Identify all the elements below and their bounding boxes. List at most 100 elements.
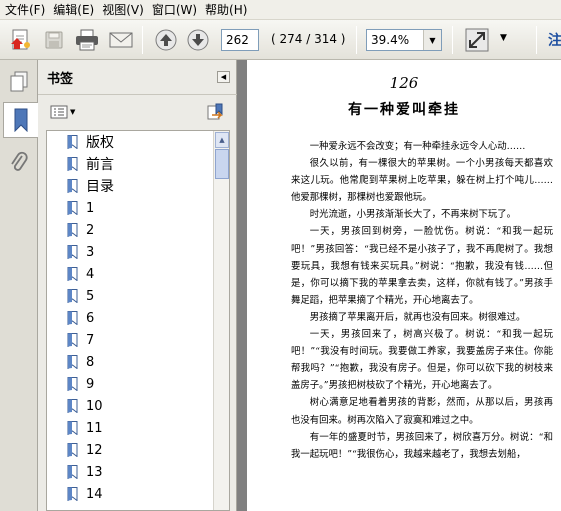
zoom-select[interactable]: 39.4% ▼ xyxy=(366,29,442,51)
bookmarks-panel: 书签 ◀ ▼ 版权 前言 目录 1 2 3 4 5 6 7 8 9 10 11 12 13 14 ▲ xyxy=(38,60,237,511)
bookmark-icon xyxy=(67,443,78,457)
bookmark-label: 前言 xyxy=(86,157,114,173)
menu-file[interactable]: 文件(F) xyxy=(2,0,50,20)
bookmark-label: 版权 xyxy=(86,135,114,151)
bookmark-icon xyxy=(67,377,78,391)
bookmark-label: 1 xyxy=(86,200,95,216)
bookmark-list: 版权 前言 目录 1 2 3 4 5 6 7 8 9 10 11 12 13 14 ▲ xyxy=(46,130,230,511)
bookmark-label: 12 xyxy=(86,442,103,458)
bookmark-item[interactable]: 目录 xyxy=(67,176,114,196)
bookmark-label: 7 xyxy=(86,332,95,348)
document-paragraph: 时光流逝，小男孩渐渐长大了，不再来树下玩了。 xyxy=(309,209,517,221)
bookmark-item[interactable]: 2 xyxy=(67,220,94,240)
bookmark-options-button[interactable]: ▼ xyxy=(50,105,75,119)
bookmark-item[interactable]: 11 xyxy=(67,418,103,438)
document-paragraph: 一天，男孩回来了，树高兴极了。树说：“和我一起玩吧！”“我没有时间玩。我要做工养… xyxy=(291,329,553,392)
document-page: 126 有一种爱叫牵挂 一种爱永远不会改变；有一种牵挂永远令人心动…… 很久以前，… xyxy=(247,60,561,511)
bookmark-icon xyxy=(67,487,78,501)
menu-help[interactable]: 帮助(H) xyxy=(202,0,252,20)
bookmark-item[interactable]: 5 xyxy=(67,286,94,306)
bookmark-item[interactable]: 8 xyxy=(67,352,94,372)
menu-view[interactable]: 视图(V) xyxy=(99,0,149,20)
page-number-input[interactable] xyxy=(221,29,259,51)
bookmark-icon xyxy=(67,245,78,259)
menu-edit[interactable]: 编辑(E) xyxy=(50,0,99,20)
bookmark-icon xyxy=(67,311,78,325)
toolbar-options-icon[interactable]: ▼ xyxy=(500,33,507,43)
previous-page-icon[interactable] xyxy=(152,27,180,53)
page-count: ( 274 / 314 ) xyxy=(271,32,346,46)
document-body: 一种爱永远不会改变；有一种牵挂永远令人心动…… 很久以前，有一棵很大的苹果树。一个… xyxy=(291,138,553,463)
bookmark-item[interactable]: 12 xyxy=(67,440,103,460)
bookmarks-title: 书签 xyxy=(47,71,74,87)
bookmark-icon xyxy=(67,267,78,281)
bookmark-label: 2 xyxy=(86,222,95,238)
document-paragraph: 男孩摘了苹果离开后，就再也没有回来。树很难过。 xyxy=(309,311,526,323)
toolbar-cut-label[interactable]: 注 xyxy=(548,30,561,50)
bookmark-item[interactable]: 13 xyxy=(67,462,103,482)
menu-window[interactable]: 窗口(W) xyxy=(149,0,202,20)
next-page-icon[interactable] xyxy=(184,27,212,53)
bookmark-item[interactable]: 版权 xyxy=(67,132,114,152)
bookmark-label: 14 xyxy=(86,486,103,502)
document-paragraph: 一种爱永远不会改变；有一种牵挂永远令人心动…… xyxy=(309,141,526,152)
bookmark-icon xyxy=(67,157,78,171)
bookmark-label: 4 xyxy=(86,266,95,282)
bookmark-label: 13 xyxy=(86,464,103,480)
menu-bar: 文件(F) 编辑(E) 视图(V) 窗口(W) 帮助(H) xyxy=(0,0,561,20)
bookmark-item[interactable]: 10 xyxy=(67,396,103,416)
document-paragraph: 很久以前，有一棵很大的苹果树。一个小男孩每天都喜欢来这儿玩。他常爬到苹果树上吃苹… xyxy=(291,158,553,204)
document-paragraph: 树心满意足地看着男孩的背影，然而，从那以后，男孩再也没有回来。树再次陷入了寂寞和… xyxy=(291,397,553,426)
bookmark-label: 11 xyxy=(86,420,103,436)
bookmark-icon xyxy=(67,421,78,435)
document-title: 有一种爱叫牵挂 xyxy=(348,102,460,118)
bookmark-icon xyxy=(67,289,78,303)
bookmark-panel-icon[interactable] xyxy=(3,102,38,138)
bookmark-item[interactable]: 14 xyxy=(67,484,103,504)
bookmark-item[interactable]: 7 xyxy=(67,330,94,350)
options-list-icon xyxy=(50,105,68,119)
bookmark-scrollbar[interactable]: ▲ xyxy=(213,131,229,510)
bookmark-label: 10 xyxy=(86,398,103,414)
fit-window-icon[interactable] xyxy=(462,27,492,53)
bookmark-icon xyxy=(67,355,78,369)
bookmark-icon xyxy=(67,399,78,413)
bookmarks-header: 书签 xyxy=(38,60,237,94)
scrollbar-thumb[interactable] xyxy=(215,149,229,179)
paperclip-icon[interactable] xyxy=(3,144,35,180)
document-page-number: 126 xyxy=(389,74,419,92)
bookmark-icon xyxy=(67,179,78,193)
bookmarks-toolbar: ▼ xyxy=(38,94,237,128)
bookmark-label: 3 xyxy=(86,244,95,260)
bookmark-item[interactable]: 9 xyxy=(67,374,94,394)
bookmark-label: 6 xyxy=(86,310,95,326)
bookmark-label: 9 xyxy=(86,376,95,392)
save-icon[interactable] xyxy=(40,27,68,53)
bookmark-icon xyxy=(67,201,78,215)
bookmark-icon xyxy=(67,333,78,347)
email-icon[interactable] xyxy=(106,27,136,53)
zoom-value: 39.4% xyxy=(371,33,410,47)
bookmark-icon xyxy=(67,135,78,149)
bookmark-icon xyxy=(67,223,78,237)
document-paragraph: 一天，男孩回到树旁，一脸忧伤。树说：“和我一起玩吧！”男孩回答：“我已经不是小孩… xyxy=(291,226,553,306)
bookmark-item[interactable]: 3 xyxy=(67,242,94,262)
bookmark-item[interactable]: 前言 xyxy=(67,154,114,174)
pages-icon[interactable] xyxy=(3,64,35,100)
expand-bookmark-icon[interactable] xyxy=(207,103,225,124)
document-view[interactable]: 126 有一种爱叫牵挂 一种爱永远不会改变；有一种牵挂永远令人心动…… 很久以前，… xyxy=(237,60,561,511)
collapse-panel-icon[interactable]: ◀ xyxy=(217,71,230,83)
bookmark-icon xyxy=(67,465,78,479)
bookmark-label: 8 xyxy=(86,354,95,370)
bookmark-label: 目录 xyxy=(86,179,114,195)
print-icon[interactable] xyxy=(72,27,102,53)
bookmark-item[interactable]: 4 xyxy=(67,264,94,284)
scroll-up-icon[interactable]: ▲ xyxy=(215,132,229,148)
bookmark-item[interactable]: 6 xyxy=(67,308,94,328)
create-pdf-icon[interactable] xyxy=(6,27,36,53)
navigation-tab-strip xyxy=(0,60,38,511)
chevron-down-icon[interactable]: ▼ xyxy=(423,30,441,50)
bookmark-label: 5 xyxy=(86,288,95,304)
document-paragraph: 有一年的盛夏时节，男孩回来了，树欣喜万分。树说：“和我一起玩吧！”“我很伤心，我… xyxy=(291,431,553,460)
bookmark-item[interactable]: 1 xyxy=(67,198,94,218)
